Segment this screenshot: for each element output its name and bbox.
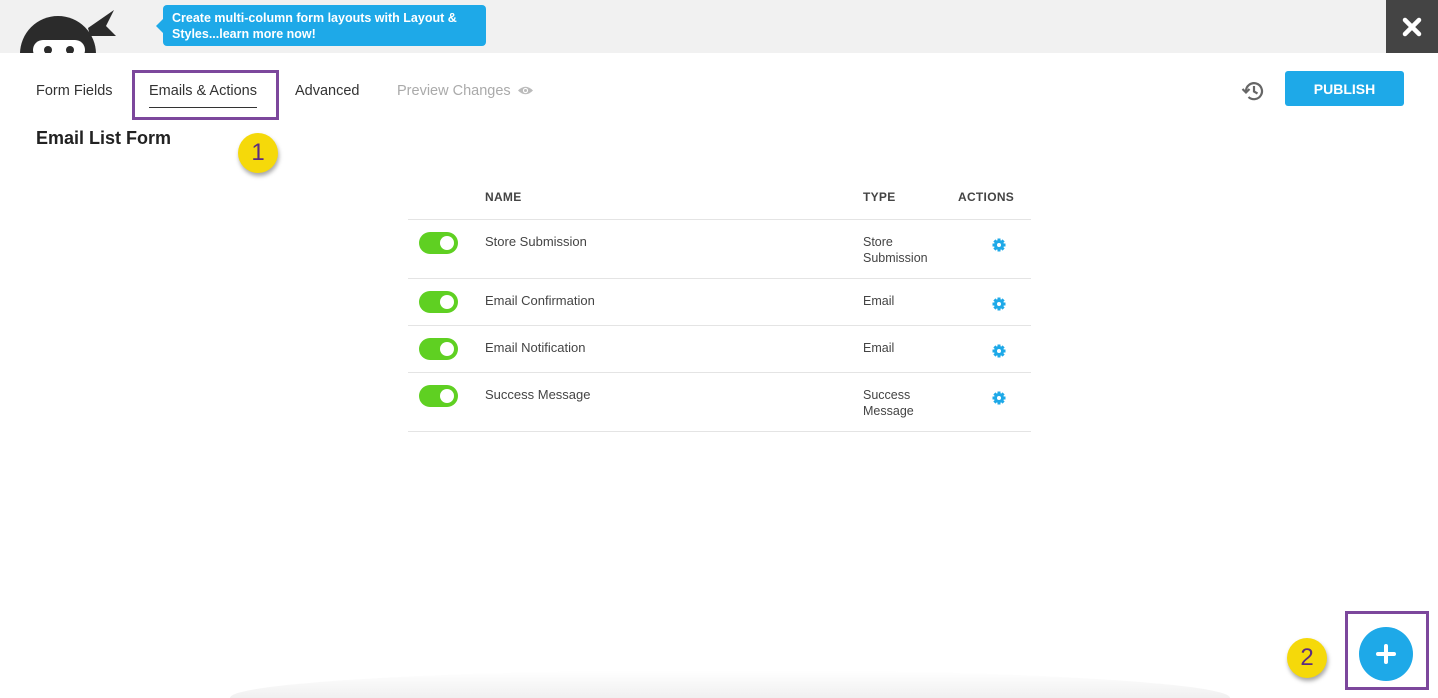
actions-table: NAME TYPE ACTIONS Store Submission Store… — [408, 180, 1031, 432]
history-icon — [1241, 82, 1264, 101]
tab-preview-changes[interactable]: Preview Changes — [397, 83, 534, 99]
table-header: NAME TYPE ACTIONS — [408, 180, 1031, 220]
action-toggle[interactable] — [419, 385, 458, 407]
tab-advanced[interactable]: Advanced — [295, 83, 360, 99]
table-row: Email Confirmation Email — [408, 279, 1031, 326]
tab-form-fields[interactable]: Form Fields — [36, 83, 113, 99]
footer-shadow — [230, 670, 1230, 698]
promo-tooltip[interactable]: Create multi-column form layouts with La… — [156, 5, 486, 46]
action-toggle[interactable] — [419, 291, 458, 313]
ninja-logo — [18, 6, 128, 53]
publish-button[interactable]: PUBLISH — [1285, 71, 1404, 106]
close-button[interactable] — [1386, 0, 1438, 53]
eye-icon — [517, 86, 533, 94]
action-toggle[interactable] — [419, 232, 458, 254]
page-title: Email List Form — [36, 128, 172, 148]
action-name: Email Confirmation — [485, 293, 595, 308]
action-type-line: Submission — [863, 251, 928, 265]
action-type: Store Submission — [863, 234, 943, 266]
add-action-button[interactable] — [1359, 627, 1413, 681]
table-row: Store Submission Store Submission — [408, 220, 1031, 279]
top-bar: Create multi-column form layouts with La… — [0, 0, 1438, 53]
close-icon — [1402, 17, 1422, 36]
gear-icon[interactable] — [991, 390, 1007, 406]
action-name: Store Submission — [485, 234, 587, 249]
gear-icon[interactable] — [991, 296, 1007, 312]
action-type: Success Message — [863, 387, 943, 419]
tab-preview-label: Preview Changes — [397, 83, 511, 99]
action-toggle[interactable] — [419, 338, 458, 360]
table-row: Email Notification Email — [408, 326, 1031, 373]
gear-icon[interactable] — [991, 343, 1007, 359]
history-button[interactable] — [1240, 78, 1266, 104]
annotation-badge-1: 1 — [238, 133, 278, 173]
action-type-line: Success — [863, 388, 911, 402]
action-type-line: Message — [863, 404, 914, 418]
gear-icon[interactable] — [991, 237, 1007, 253]
action-name: Success Message — [485, 387, 591, 402]
action-type: Email — [863, 340, 943, 356]
plus-icon — [1376, 644, 1396, 664]
action-name: Email Notification — [485, 340, 586, 355]
annotation-badge-2: 2 — [1287, 638, 1327, 678]
action-type: Email — [863, 293, 943, 309]
action-type-line: Email — [863, 341, 895, 355]
column-header-type: TYPE — [863, 190, 896, 204]
action-type-line: Email — [863, 294, 895, 308]
column-header-actions: ACTIONS — [958, 190, 1015, 204]
action-type-line: Store — [863, 235, 893, 249]
column-header-name: NAME — [485, 190, 522, 204]
table-row: Success Message Success Message — [408, 373, 1031, 432]
highlight-box-tab — [132, 70, 279, 120]
